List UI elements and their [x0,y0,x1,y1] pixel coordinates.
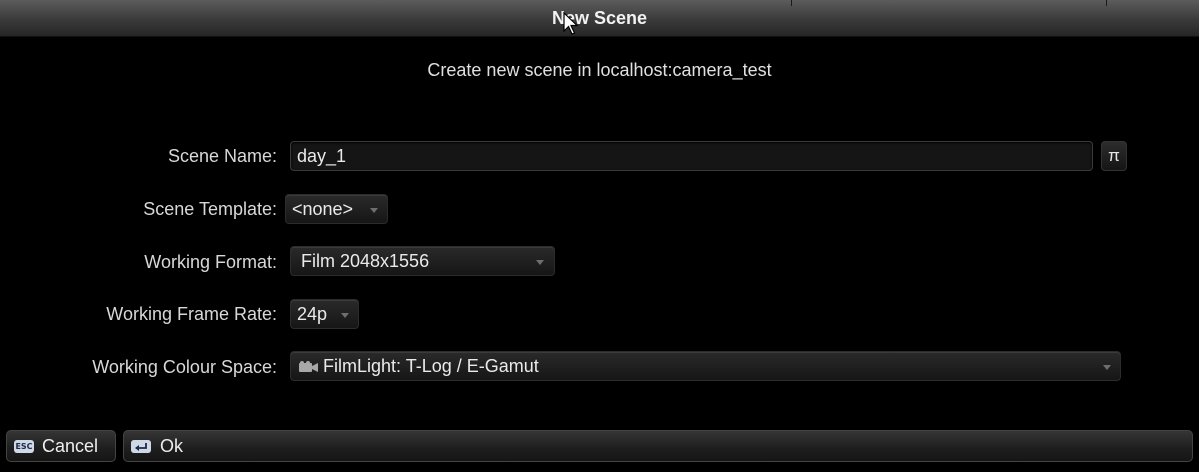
chevron-down-icon [536,260,544,265]
esc-key-icon: ESC [14,440,34,453]
working-frame-rate-dropdown[interactable]: 24p [290,299,359,329]
working-format-dropdown[interactable]: Film 2048x1556 [290,246,555,276]
chevron-down-icon [341,313,349,318]
working-format-value: Film 2048x1556 [301,251,430,271]
titlebar-divider [791,0,792,6]
working-frame-rate-label: Working Frame Rate: [106,304,277,324]
ok-button[interactable]: Ok [123,430,1193,462]
chevron-down-icon [370,208,378,213]
scene-name-value: day_1 [297,146,347,166]
dialog-subtitle: Create new scene in localhost:camera_tes… [427,60,772,80]
scene-template-label: Scene Template: [143,199,277,219]
working-colour-space-value: FilmLight: T-Log / E-Gamut [323,356,539,376]
camera-icon [299,361,318,372]
working-colour-space-label: Working Colour Space: [92,357,277,377]
scene-name-label: Scene Name: [167,146,277,166]
pi-button[interactable]: π [1101,141,1127,171]
working-colour-space-dropdown[interactable]: FilmLight: T-Log / E-Gamut [290,351,1121,381]
cancel-button-label: Cancel [42,436,99,456]
working-format-label: Working Format: [144,252,277,272]
scene-template-dropdown[interactable]: <none> [285,194,388,224]
return-key-icon [131,440,151,453]
cancel-button[interactable]: ESC Cancel [6,430,116,462]
ok-button-label: Ok [160,436,184,456]
scene-template-value: <none> [292,199,354,219]
dialog-titlebar[interactable]: New Scene [0,0,1199,37]
titlebar-divider [1106,0,1107,6]
dialog-title: New Scene [551,8,648,28]
scene-name-input[interactable]: day_1 [290,141,1093,171]
chevron-down-icon [1103,365,1111,370]
mouse-cursor-icon [563,12,579,35]
working-frame-rate-value: 24p [297,304,328,324]
